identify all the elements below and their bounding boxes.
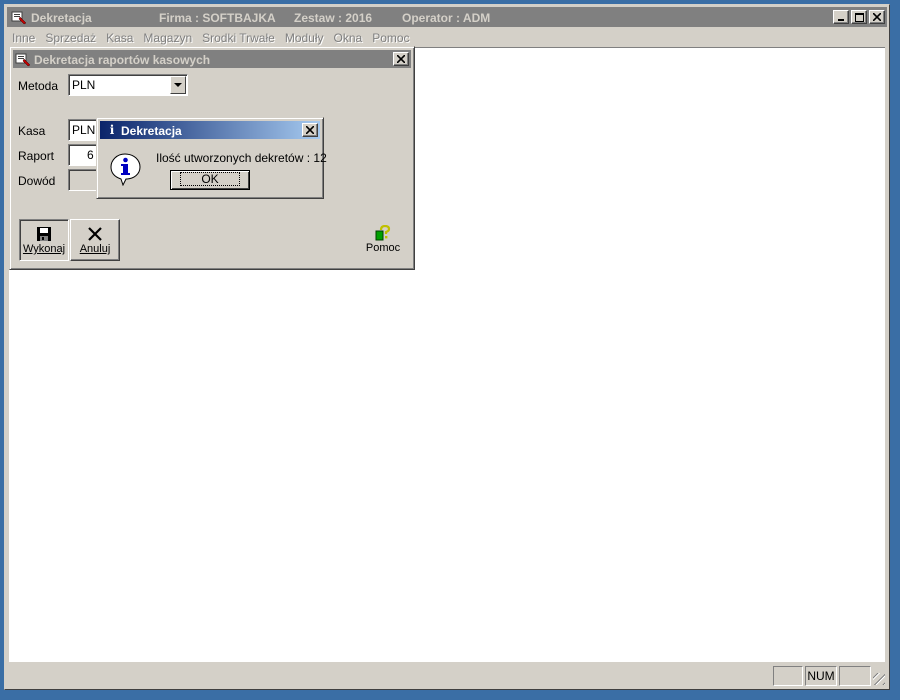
cancel-x-icon xyxy=(88,227,102,241)
zestaw-label: Zestaw : 2016 xyxy=(294,11,373,25)
close-icon xyxy=(306,126,314,134)
close-icon xyxy=(873,13,881,21)
window-title: Dekretacja xyxy=(31,11,92,25)
message-dialog: i Dekretacja Ilość utworzonych dekretów … xyxy=(96,117,327,199)
status-panel-caps xyxy=(773,666,803,686)
minimize-button[interactable] xyxy=(833,10,849,24)
title-bar: Dekretacja Firma : SOFTBAJKA Zestaw : 20… xyxy=(7,7,887,27)
ok-button[interactable]: OK xyxy=(170,170,250,190)
metoda-value: PLN xyxy=(72,78,96,92)
close-button[interactable] xyxy=(869,10,885,24)
info-small-icon: i xyxy=(109,123,115,137)
anuluj-label: Anuluj xyxy=(79,243,111,255)
metoda-label: Metoda xyxy=(18,79,59,93)
dialog-title-bar: i Dekretacja xyxy=(100,121,320,139)
anuluj-button[interactable]: Anuluj xyxy=(70,219,120,261)
child-close-button[interactable] xyxy=(393,52,409,66)
maximize-button[interactable] xyxy=(851,10,867,24)
ok-label: OK xyxy=(180,172,240,186)
app-icon xyxy=(11,11,27,25)
child-title-bar: Dekretacja raportów kasowych xyxy=(13,50,411,68)
status-panel-scroll xyxy=(839,666,871,686)
child-window-title: Dekretacja raportów kasowych xyxy=(34,53,211,67)
maximize-icon xyxy=(854,12,864,22)
status-bar: NUM xyxy=(7,663,887,687)
close-icon xyxy=(397,55,405,63)
metoda-combobox[interactable]: PLN xyxy=(68,74,188,96)
kasa-label: Kasa xyxy=(18,124,46,138)
raport-value: 6 xyxy=(87,148,94,162)
dialog-title: Dekretacja xyxy=(121,124,182,138)
kasa-value: PLN xyxy=(72,123,96,137)
info-icon xyxy=(110,153,141,186)
dowod-label: Dowód xyxy=(18,174,56,188)
status-panel-num: NUM xyxy=(805,666,837,686)
operator-label: Operator : ADM xyxy=(402,11,491,25)
pomoc-button[interactable]: Pomoc xyxy=(358,219,408,261)
save-icon xyxy=(37,227,51,241)
pomoc-label: Pomoc xyxy=(365,242,401,254)
raport-label: Raport xyxy=(18,149,55,163)
chevron-down-icon[interactable] xyxy=(170,76,186,94)
child-app-icon xyxy=(15,53,31,67)
minimize-icon xyxy=(838,19,844,21)
firma-label: Firma : SOFTBAJKA xyxy=(159,11,276,25)
resize-grip[interactable] xyxy=(873,673,885,685)
wykonaj-button[interactable]: Wykonaj xyxy=(19,219,69,261)
help-icon xyxy=(375,225,391,241)
dialog-message: Ilość utworzonych dekretów : 12 xyxy=(156,151,327,165)
wykonaj-label: Wykonaj xyxy=(22,243,66,255)
dialog-close-button[interactable] xyxy=(302,123,318,137)
